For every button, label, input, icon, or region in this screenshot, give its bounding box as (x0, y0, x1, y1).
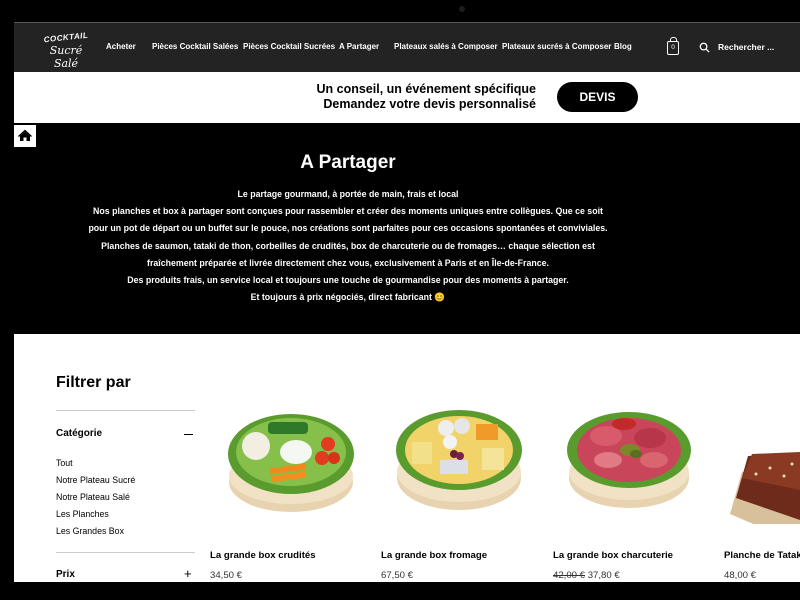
filter-category-planches[interactable]: Les Planches (56, 509, 109, 519)
product-image-fromage[interactable] (394, 394, 524, 524)
device-frame-top (0, 0, 800, 22)
price-filter-title[interactable]: Prix (56, 569, 75, 580)
promo-text-line-2: Demandez votre devis personnalisé (323, 97, 536, 111)
home-icon (18, 129, 32, 141)
nav-item-pieces-salees[interactable]: Pièces Cocktail Salées (152, 42, 238, 51)
product-price: 67,50 € (381, 570, 414, 581)
nav-item-blog[interactable]: Blog (614, 42, 632, 51)
description-line: fraîchement préparée et livrée directeme… (147, 257, 549, 268)
nav-item-plateaux-sales[interactable]: Plateaux salés à Composer (394, 42, 498, 51)
product-image-crudites[interactable] (226, 394, 356, 524)
expand-icon[interactable]: + (184, 567, 192, 580)
product-sale-price: 37,80 € (587, 570, 620, 581)
filter-category-tout[interactable]: Tout (56, 458, 73, 468)
nav-item-pieces-sucrees[interactable]: Pièces Cocktail Sucrées (243, 42, 335, 51)
home-button[interactable] (14, 125, 36, 147)
product-image-tataki[interactable] (722, 394, 800, 524)
logo-line-2: Sucré Salé (49, 44, 83, 70)
description-line: Et toujours à prix négociés, direct fabr… (250, 292, 446, 303)
collapse-icon[interactable] (184, 434, 193, 435)
nav-item-plateaux-sucres[interactable]: Plateaux sucrés à Composer (502, 42, 611, 51)
camera-icon (459, 6, 465, 12)
description-line: pour un pot de départ ou un buffet sur l… (88, 223, 608, 234)
product-price: 42,00 € 37,80 € (553, 570, 620, 581)
product-price: 48,00 € (724, 570, 757, 581)
devis-button[interactable]: DEVIS (557, 82, 638, 112)
filter-title: Filtrer par (56, 374, 131, 391)
nav-item-acheter[interactable]: Acheter (106, 42, 136, 51)
cart-count: 0 (671, 44, 675, 51)
description-line: Des produits frais, un service local et … (127, 275, 569, 286)
product-listing: Filtrer par Catégorie Tout Notre Plateau… (14, 334, 800, 582)
filter-category-plateau-sucre[interactable]: Notre Plateau Sucré (56, 475, 135, 485)
filter-category-grandes-box[interactable]: Les Grandes Box (56, 526, 124, 536)
logo-line-1: COCKTAIL (43, 30, 89, 45)
category-hero: A Partager Le partage gourmand, à portée… (14, 123, 800, 334)
device-frame-left (0, 22, 14, 582)
browser-viewport: COCKTAIL Sucré Salé Acheter Pièces Cockt… (14, 22, 800, 582)
device-frame-bottom (0, 582, 800, 600)
nav-item-a-partager[interactable]: A Partager (339, 42, 379, 51)
divider (56, 552, 195, 553)
description-line: Planches de saumon, tataki de thon, corb… (101, 240, 595, 251)
category-description: Le partage gourmand, à portée de main, f… (14, 186, 682, 306)
description-line: Nos planches et box à partager sont conç… (93, 206, 603, 217)
description-line: Le partage gourmand, à portée de main, f… (237, 189, 459, 199)
filter-category-plateau-sale[interactable]: Notre Plateau Salé (56, 492, 130, 502)
cart-icon[interactable]: 0 (667, 37, 679, 55)
page-title: A Partager (300, 152, 396, 173)
product-price: 34,50 € (210, 570, 243, 581)
product-name[interactable]: La grande box fromage (381, 550, 487, 561)
divider (56, 410, 195, 411)
product-name[interactable]: Planche de Tataki (724, 550, 800, 561)
product-name[interactable]: La grande box charcuterie (553, 550, 673, 561)
site-logo[interactable]: COCKTAIL Sucré Salé (40, 30, 92, 70)
top-navigation: COCKTAIL Sucré Salé Acheter Pièces Cockt… (14, 22, 800, 72)
promo-text-line-1: Un conseil, un événement spécifique (316, 82, 536, 96)
product-name[interactable]: La grande box crudités (210, 550, 316, 561)
category-filter-title[interactable]: Catégorie (56, 428, 102, 439)
product-old-price: 42,00 € (553, 570, 586, 581)
product-image-charcuterie[interactable] (564, 394, 694, 524)
promo-banner: Un conseil, un événement spécifique Dema… (14, 72, 800, 123)
search-icon[interactable] (699, 42, 710, 53)
search-label[interactable]: Rechercher ... (718, 42, 774, 52)
